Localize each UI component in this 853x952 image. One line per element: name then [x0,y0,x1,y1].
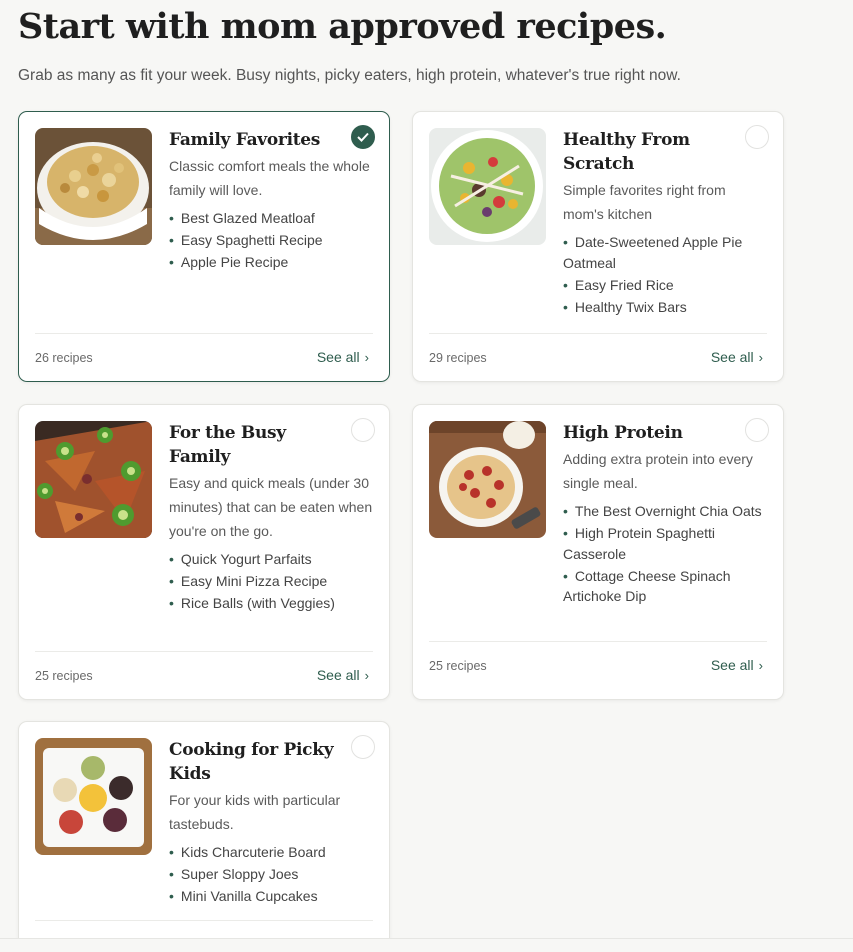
card-description: Adding extra protein into every single m… [563,451,753,491]
list-item: • Apple Pie Recipe [169,254,289,270]
select-checkbox[interactable] [351,125,375,149]
card-title: For the Busy Family [169,423,286,467]
page-title: Start with mom approved recipes. [18,6,667,47]
collection-card-high-protein[interactable]: High Protein Adding extra protein into e… [412,404,784,700]
list-item: • Quick Yogurt Parfaits [169,551,312,567]
recipe-count: 25 recipes [429,659,487,673]
card-description: Easy and quick meals (under 30 minutes) … [169,475,373,539]
card-title: Cooking for Picky Kids [169,740,334,784]
card-footer: 26 recipes See all › [35,333,373,381]
nachos-jalapeno-photo [35,421,152,538]
card-recipe-list: • Kids Charcuterie Board • Super Sloppy Jo… [169,842,373,907]
card-description: Classic comfort meals the whole family w… [169,158,370,198]
see-all-link[interactable]: See all › [317,349,369,365]
page-subtitle: Grab as many as fit your week. Busy nigh… [18,67,681,84]
recipe-count: 26 recipes [35,351,93,365]
checkmark-icon [357,132,369,142]
page: Start with mom approved recipes. Grab as… [0,0,853,952]
list-item: • High Protein Spaghetti Casserole [563,525,715,562]
chevron-right-icon: › [364,350,369,365]
list-item: • Rice Balls (with Veggies) [169,595,335,611]
card-recipe-list: • Best Glazed Meatloaf • Easy Spaghetti Re… [169,208,373,273]
collection-card-busy-family[interactable]: For the Busy Family Easy and quick meals… [18,404,390,700]
salad-bowl-photo [429,128,546,245]
card-footer: 29 recipes See all › [429,333,767,381]
list-item: • Easy Spaghetti Recipe [169,232,323,248]
list-item: • Easy Fried Rice [563,276,674,293]
select-checkbox[interactable] [745,418,769,442]
see-all-link[interactable]: See all › [317,667,369,683]
list-item: • Easy Mini Pizza Recipe [169,573,328,589]
card-title: Healthy From Scratch [563,130,690,174]
list-item: • Date-Sweetened Apple Pie Oatmeal [563,234,743,271]
card-recipe-list: • The Best Overnight Chia Oats • High Prot… [563,501,767,607]
page-bottom-divider [0,938,853,952]
select-checkbox[interactable] [745,125,769,149]
list-item: • Mini Vanilla Cupcakes [169,888,318,904]
card-title: High Protein [563,423,683,443]
snack-plate-photo [35,738,152,855]
chevron-right-icon: › [758,350,763,365]
card-footer: 25 recipes See all › [429,641,767,699]
list-item: • Best Glazed Meatloaf [169,210,315,226]
see-all-link[interactable]: See all › [711,349,763,365]
collection-card-picky-kids[interactable]: Cooking for Picky Kids For your kids wit… [18,721,390,952]
card-description: Simple favorites right from mom's kitche… [563,182,726,222]
card-title: Family Favorites [169,130,321,150]
mac-and-cheese-photo [35,128,152,245]
collection-card-healthy-from-scratch[interactable]: Healthy From Scratch Simple favorites ri… [412,111,784,382]
card-recipe-list: • Quick Yogurt Parfaits • Easy Mini Pizza … [169,549,373,614]
list-item: • Cottage Cheese Spinach Artichoke Dip [563,567,731,605]
list-item: • Healthy Twix Bars [563,298,687,315]
select-checkbox[interactable] [351,418,375,442]
chevron-right-icon: › [758,658,763,673]
collection-card-family-favorites[interactable]: Family Favorites Classic comfort meals t… [18,111,390,382]
card-footer: 25 recipes See all › [35,651,373,699]
list-item: • Super Sloppy Joes [169,866,299,882]
list-item: • The Best Overnight Chia Oats [563,503,762,519]
chevron-right-icon: › [364,668,369,683]
recipe-count: 25 recipes [35,669,93,683]
recipe-count: 29 recipes [429,351,487,365]
select-checkbox[interactable] [351,735,375,759]
card-recipe-list: • Date-Sweetened Apple Pie Oatmeal • Easy … [563,232,767,317]
see-all-link[interactable]: See all › [711,657,763,673]
card-description: For your kids with particular tastebuds. [169,792,341,832]
pepperoni-casserole-photo [429,421,546,538]
list-item: • Kids Charcuterie Board [169,844,326,860]
